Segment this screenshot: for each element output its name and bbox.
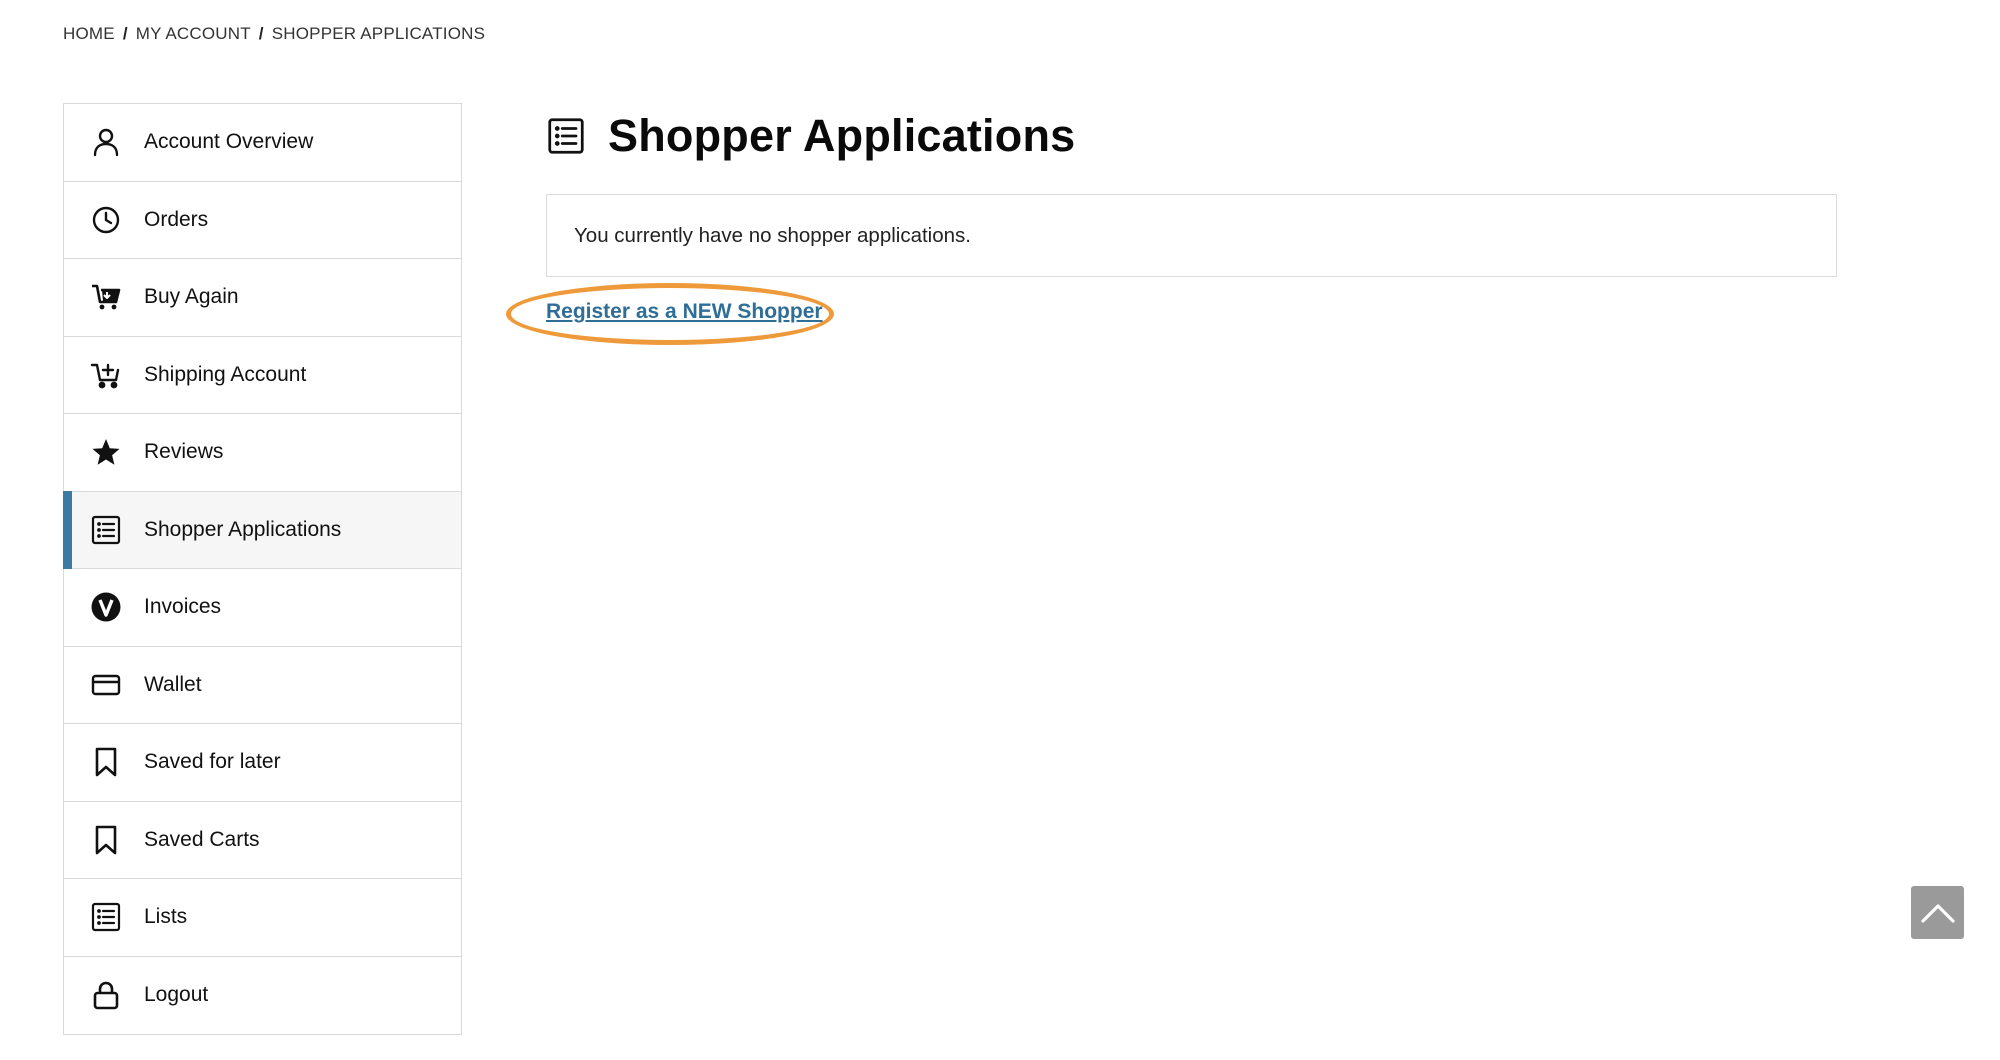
page-header: Shopper Applications — [546, 104, 1837, 168]
sidebar-item-wallet[interactable]: Wallet — [64, 646, 461, 724]
sidebar-item-label: Shopper Applications — [144, 517, 342, 541]
sidebar-item-label: Saved Carts — [144, 827, 260, 851]
breadcrumb-separator: / — [258, 24, 264, 43]
sidebar-item-reviews[interactable]: Reviews — [64, 414, 461, 492]
lock-icon — [90, 979, 122, 1011]
sidebar-item-label: Invoices — [144, 595, 222, 619]
sidebar-item-label: Saved for later — [144, 750, 281, 774]
sidebar-item-saved-for-later[interactable]: Saved for later — [64, 724, 461, 802]
register-link-wrapper: Register as a NEW Shopper — [506, 283, 834, 345]
person-icon — [90, 126, 122, 158]
sidebar-item-label: Buy Again — [144, 285, 239, 309]
back-to-top-button[interactable] — [1911, 886, 1964, 939]
sidebar-item-orders[interactable]: Orders — [64, 181, 461, 259]
sidebar-item-shopper-applications[interactable]: Shopper Applications — [63, 490, 461, 569]
page-title: Shopper Applications — [608, 110, 1076, 161]
sidebar-item-buy-again[interactable]: Buy Again — [64, 259, 461, 337]
register-new-shopper-link[interactable]: Register as a NEW Shopper — [546, 300, 823, 323]
cart-reorder-icon — [90, 281, 122, 313]
breadcrumb-current: SHOPPER APPLICATIONS — [271, 24, 486, 43]
breadcrumb: HOME / MY ACCOUNT / SHOPPER APPLICATIONS — [63, 24, 485, 44]
sidebar-item-invoices[interactable]: Invoices — [64, 569, 461, 647]
list-icon — [90, 901, 122, 933]
cart-plus-icon — [90, 359, 122, 391]
empty-state-message: You currently have no shopper applicatio… — [546, 194, 1837, 277]
bookmark-icon — [90, 746, 122, 778]
v-circle-icon — [90, 591, 122, 623]
credit-card-icon — [90, 669, 122, 701]
account-sidebar: Account Overview Orders Buy Again Shippi… — [63, 103, 462, 1035]
breadcrumb-home[interactable]: HOME — [63, 24, 115, 44]
sidebar-item-label: Orders — [144, 207, 209, 231]
clock-icon — [90, 204, 122, 236]
sidebar-item-account-overview[interactable]: Account Overview — [64, 104, 461, 182]
sidebar-item-shipping-account[interactable]: Shipping Account — [64, 336, 461, 414]
sidebar-item-logout[interactable]: Logout — [64, 956, 461, 1034]
sidebar-item-lists[interactable]: Lists — [64, 879, 461, 957]
sidebar-item-saved-carts[interactable]: Saved Carts — [64, 801, 461, 879]
page: HOME / MY ACCOUNT / SHOPPER APPLICATIONS… — [0, 0, 2000, 1060]
breadcrumb-separator: / — [122, 24, 128, 43]
sidebar-item-label: Reviews — [144, 440, 224, 464]
sidebar-item-label: Logout — [144, 983, 209, 1007]
list-icon — [90, 514, 122, 546]
breadcrumb-my-account[interactable]: MY ACCOUNT — [136, 24, 251, 44]
chevron-up-icon — [1920, 902, 1956, 924]
sidebar-item-label: Wallet — [144, 672, 202, 696]
sidebar-item-label: Shipping Account — [144, 362, 307, 386]
sidebar-item-label: Account Overview — [144, 130, 314, 154]
main-content: Shopper Applications You currently have … — [506, 104, 1837, 345]
bookmark-icon — [90, 824, 122, 856]
sidebar-item-label: Lists — [144, 905, 188, 929]
list-icon — [546, 116, 586, 156]
star-icon — [90, 436, 122, 468]
